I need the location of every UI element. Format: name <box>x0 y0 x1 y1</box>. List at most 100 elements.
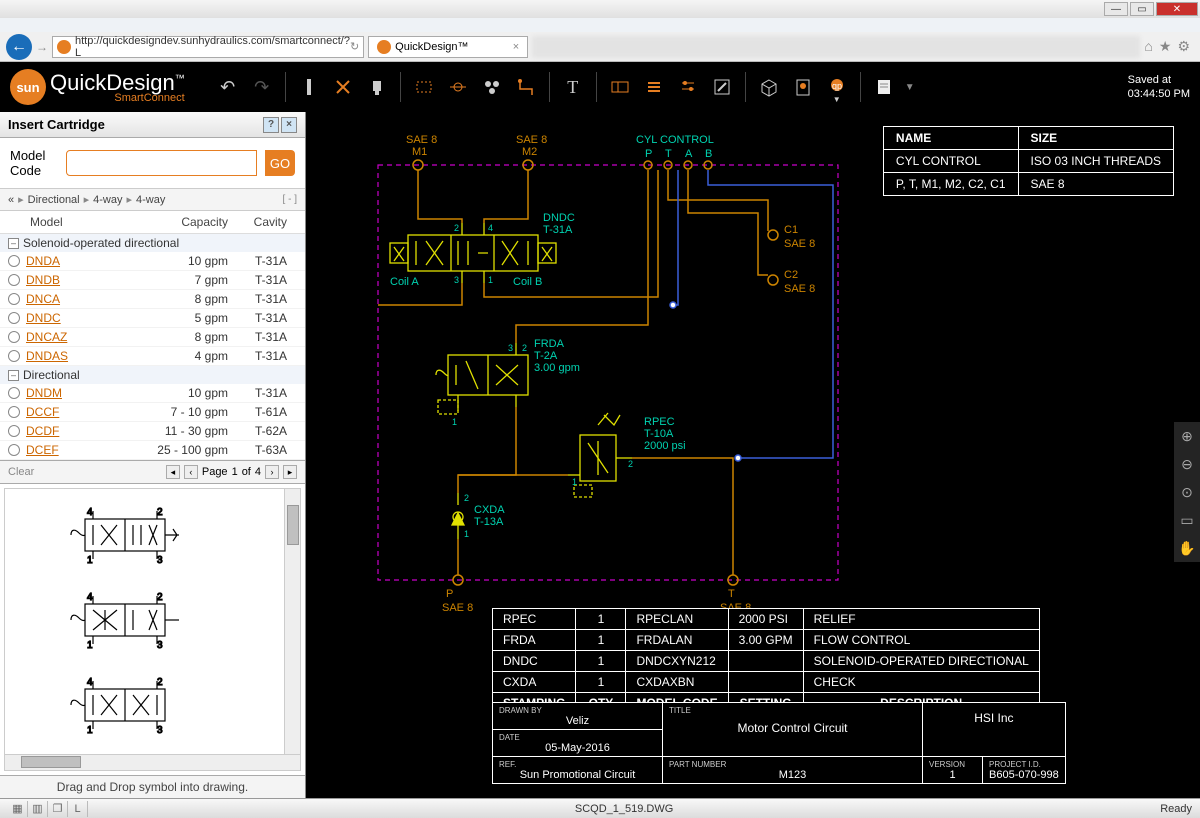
valve-symbol-preview[interactable]: 4213 <box>45 499 205 569</box>
svg-text:1: 1 <box>488 275 493 285</box>
screen-icon[interactable]: ▭ <box>1177 510 1197 530</box>
model-link[interactable]: DNDA <box>26 254 138 268</box>
shape-l-icon[interactable]: L <box>68 801 88 817</box>
undo-button[interactable]: ↶ <box>213 70 243 104</box>
valve-symbol-preview[interactable]: 4213 <box>45 669 205 739</box>
list-item[interactable]: DNDB 7 gpm T-31A <box>0 271 305 290</box>
layers-icon[interactable]: ❐ <box>48 801 68 817</box>
zoom-out-icon[interactable]: ⊖ <box>1177 454 1197 474</box>
panel-close-icon[interactable]: × <box>281 117 297 133</box>
package-icon[interactable] <box>754 70 784 104</box>
radio-icon[interactable] <box>8 406 20 418</box>
expand-icon[interactable]: – <box>8 238 19 249</box>
home-icon[interactable]: ⌂ <box>1144 38 1152 55</box>
preview-vscrollbar[interactable] <box>284 489 300 770</box>
list-item[interactable]: DNCAZ 8 gpm T-31A <box>0 328 305 347</box>
grid-dots-icon[interactable]: ▦ <box>8 801 28 817</box>
text-tool-icon[interactable]: T <box>558 70 588 104</box>
model-code-input[interactable] <box>66 150 257 176</box>
page-prev-button[interactable]: ‹ <box>184 465 198 479</box>
svg-text:SAE 8: SAE 8 <box>784 238 815 250</box>
node-tool-icon[interactable] <box>443 70 473 104</box>
settings-gear-icon[interactable]: ⚙ <box>1177 38 1190 55</box>
select-rect-icon[interactable] <box>409 70 439 104</box>
breadcrumb-item[interactable]: 4-way <box>136 194 165 206</box>
svg-text:4: 4 <box>87 677 93 688</box>
browser-url-field[interactable]: http://quickdesigndev.sunhydraulics.com/… <box>52 36 364 58</box>
refresh-icon[interactable]: ↻ <box>350 40 359 53</box>
radio-icon[interactable] <box>8 350 20 362</box>
preview-hscrollbar[interactable] <box>5 754 300 770</box>
list-item[interactable]: DNDAS 4 gpm T-31A <box>0 347 305 366</box>
model-link[interactable]: DCEF <box>26 443 138 457</box>
panel-help-icon[interactable]: ? <box>263 117 279 133</box>
list-group-header[interactable]: –Directional <box>0 366 305 384</box>
browser-forward-button[interactable]: → <box>36 40 48 54</box>
window-close-button[interactable]: ✕ <box>1156 2 1198 16</box>
window-minimize-button[interactable]: — <box>1104 2 1128 16</box>
page-first-button[interactable]: ◂ <box>166 465 180 479</box>
model-link[interactable]: DNDC <box>26 311 138 325</box>
tab-close-icon[interactable]: × <box>513 41 519 53</box>
list-item[interactable]: DNDM 10 gpm T-31A <box>0 384 305 403</box>
list-item[interactable]: DCDF 11 - 30 gpm T-62A <box>0 422 305 441</box>
zoom-fit-icon[interactable]: ⊙ <box>1177 482 1197 502</box>
model-link[interactable]: DCDF <box>26 424 138 438</box>
radio-icon[interactable] <box>8 293 20 305</box>
group-tool-icon[interactable] <box>477 70 507 104</box>
expand-icon[interactable]: – <box>8 370 19 381</box>
filename-label: SCQD_1_519.DWG <box>88 803 1160 815</box>
page-last-button[interactable]: ▸ <box>283 465 297 479</box>
breadcrumb-item[interactable]: 4-way <box>93 194 122 206</box>
browser-tab[interactable]: QuickDesign™ × <box>368 36 528 58</box>
valve-tool-icon[interactable] <box>328 70 358 104</box>
svg-text:C1: C1 <box>784 224 798 236</box>
svg-text:T-10A: T-10A <box>644 428 674 440</box>
go-button[interactable]: GO <box>265 150 295 176</box>
radio-icon[interactable] <box>8 274 20 286</box>
clear-button[interactable]: Clear <box>8 466 34 478</box>
valve-symbol-preview[interactable]: 4213 <box>45 584 205 654</box>
wire-tool-icon[interactable] <box>511 70 541 104</box>
pan-hand-icon[interactable]: ✋ <box>1177 538 1197 558</box>
breadcrumb-item[interactable]: Directional <box>28 194 80 206</box>
list-item[interactable]: DNDA 10 gpm T-31A <box>0 252 305 271</box>
list-group-header[interactable]: –Solenoid-operated directional <box>0 234 305 252</box>
list-view-icon[interactable] <box>639 70 669 104</box>
radio-icon[interactable] <box>8 387 20 399</box>
redo-button[interactable]: ↷ <box>247 70 277 104</box>
radio-icon[interactable] <box>8 331 20 343</box>
page-next-button[interactable]: › <box>265 465 279 479</box>
model-link[interactable]: DNCAZ <box>26 330 138 344</box>
radio-icon[interactable] <box>8 425 20 437</box>
sun-doc-icon[interactable] <box>788 70 818 104</box>
browser-back-button[interactable]: ← <box>6 34 32 60</box>
radio-icon[interactable] <box>8 255 20 267</box>
edit-pencil-icon[interactable] <box>707 70 737 104</box>
settings-sliders-icon[interactable] <box>673 70 703 104</box>
table-row: CYL CONTROLISO 03 INCH THREADS <box>883 150 1173 173</box>
list-item[interactable]: DCCF 7 - 10 gpm T-61A <box>0 403 305 422</box>
favorites-icon[interactable]: ★ <box>1159 38 1172 55</box>
radio-icon[interactable] <box>8 444 20 456</box>
model-link[interactable]: DNDAS <box>26 349 138 363</box>
list-item[interactable]: DNCA 8 gpm T-31A <box>0 290 305 309</box>
window-restore-button[interactable]: ▭ <box>1130 2 1154 16</box>
grid-lines-icon[interactable]: ▥ <box>28 801 48 817</box>
model-link[interactable]: DCCF <box>26 405 138 419</box>
breadcrumb-back-icon[interactable]: « <box>8 194 14 206</box>
model-link[interactable]: DNDM <box>26 386 138 400</box>
notes-icon[interactable] <box>869 70 899 104</box>
zoom-in-icon[interactable]: ⊕ <box>1177 426 1197 446</box>
panel-layout-icon[interactable] <box>605 70 635 104</box>
help-icon[interactable]: qp▼ <box>822 70 852 104</box>
collapse-icon[interactable]: [ - ] <box>283 194 297 205</box>
radio-icon[interactable] <box>8 312 20 324</box>
list-item[interactable]: DNDC 5 gpm T-31A <box>0 309 305 328</box>
model-link[interactable]: DNCA <box>26 292 138 306</box>
model-link[interactable]: DNDB <box>26 273 138 287</box>
notes-dropdown-icon[interactable]: ▼ <box>903 70 917 104</box>
list-item[interactable]: DCEF 25 - 100 gpm T-63A <box>0 441 305 460</box>
cartridge-tool-icon[interactable] <box>294 70 324 104</box>
component-tool-icon[interactable] <box>362 70 392 104</box>
